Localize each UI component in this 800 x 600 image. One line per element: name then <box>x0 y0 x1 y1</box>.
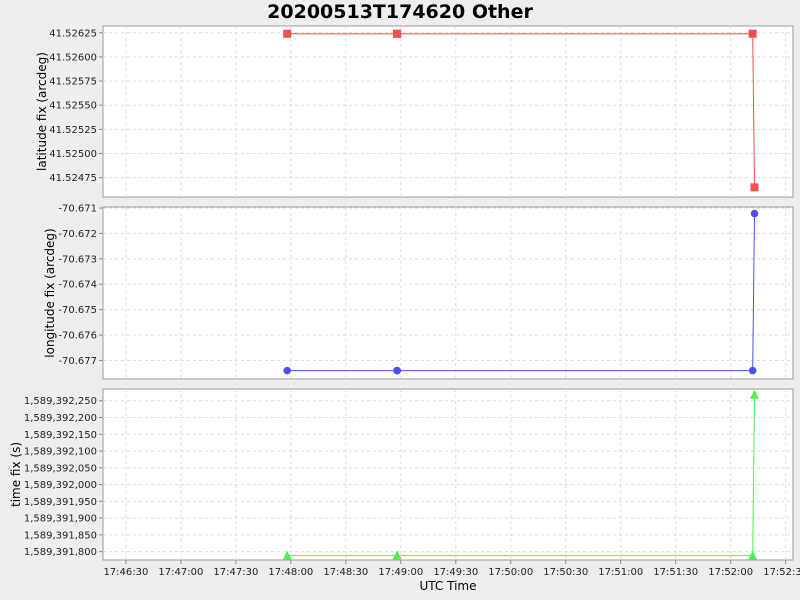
x-axis-label: UTC Time <box>420 579 477 593</box>
data-point <box>748 366 757 375</box>
y-tick-label: 1,589,391,950 <box>24 497 97 508</box>
y-tick-label: -70.677 <box>58 356 97 367</box>
y-tick-label: 1,589,391,900 <box>24 514 97 525</box>
data-point <box>393 366 401 375</box>
plot-area <box>102 388 794 561</box>
y-tick-label: -70.673 <box>58 254 97 265</box>
x-tick-label: 17:47:30 <box>213 567 258 578</box>
y-tick-label: 1,589,392,050 <box>24 463 97 474</box>
y-tick-label: 1,589,392,100 <box>24 447 97 458</box>
x-tick-label: 17:52:00 <box>708 567 753 578</box>
x-tick-label: 17:49:00 <box>378 567 423 578</box>
y-tick-label: -70.674 <box>58 280 97 291</box>
panel-2: -70.671 -70.672 -70.673 -70.674 -70.675 -70.6… <box>43 204 794 380</box>
y-tick-label: 1,589,392,150 <box>24 430 97 441</box>
y-tick-label: 41.52625 <box>49 28 97 39</box>
y-tick-label: 41.52575 <box>49 77 97 88</box>
data-point <box>748 29 757 38</box>
data-point <box>283 366 291 375</box>
x-tick-label: 17:47:00 <box>158 567 203 578</box>
data-point <box>750 183 759 192</box>
y-axis-label: longitude fix (arcdeg) <box>43 228 57 357</box>
y-tick-label: 41.52550 <box>49 101 97 112</box>
x-tick-label: 17:51:30 <box>653 567 698 578</box>
y-tick-label: -70.672 <box>58 229 97 240</box>
x-tick-label: 17:46:30 <box>103 567 148 578</box>
x-tick-label: 17:52:30 <box>763 567 800 578</box>
plot-area <box>102 25 794 198</box>
y-tick-label: 1,589,392,250 <box>24 396 97 407</box>
data-point <box>393 29 402 38</box>
y-axis-label: time fix (s) <box>9 442 23 507</box>
chart: 20200513T174620 Other 41.5262541.5260041… <box>9 1 800 593</box>
y-tick-label: 1,589,391,850 <box>24 530 97 541</box>
y-tick-label: 41.52600 <box>49 52 97 63</box>
y-tick-label: 1,589,391,800 <box>24 547 97 558</box>
y-tick-label: -70.675 <box>58 305 97 316</box>
panel-3: 1,589,392,250 1,589,392,200 1,589,392,150 1… <box>9 388 794 561</box>
y-tick-label: -70.671 <box>58 204 97 215</box>
data-point <box>283 29 292 38</box>
x-tick-label: 17:49:30 <box>433 567 478 578</box>
x-tick-label: 17:51:00 <box>598 567 643 578</box>
panel-1: 41.52625 41.52600 41.52575 41.52550 41.52525… <box>35 25 794 198</box>
y-tick-label: 1,589,392,200 <box>24 413 97 424</box>
plot-area <box>102 206 794 380</box>
data-point <box>750 209 759 218</box>
y-tick-label: 41.52475 <box>49 173 97 184</box>
y-tick-label: 41.52525 <box>49 125 97 136</box>
chart-title: 20200513T174620 Other <box>267 1 533 23</box>
x-tick-label: 17:50:00 <box>488 567 533 578</box>
x-tick-label: 17:48:00 <box>268 567 313 578</box>
y-tick-label: 1,589,392,000 <box>24 480 97 491</box>
x-tick-label: 17:50:30 <box>543 567 588 578</box>
x-tick-label: 17:48:30 <box>323 567 368 578</box>
y-axis-label: latitude fix (arcdeg) <box>35 52 49 171</box>
y-tick-label: 41.52500 <box>49 149 97 160</box>
y-tick-label: -70.676 <box>58 331 97 342</box>
